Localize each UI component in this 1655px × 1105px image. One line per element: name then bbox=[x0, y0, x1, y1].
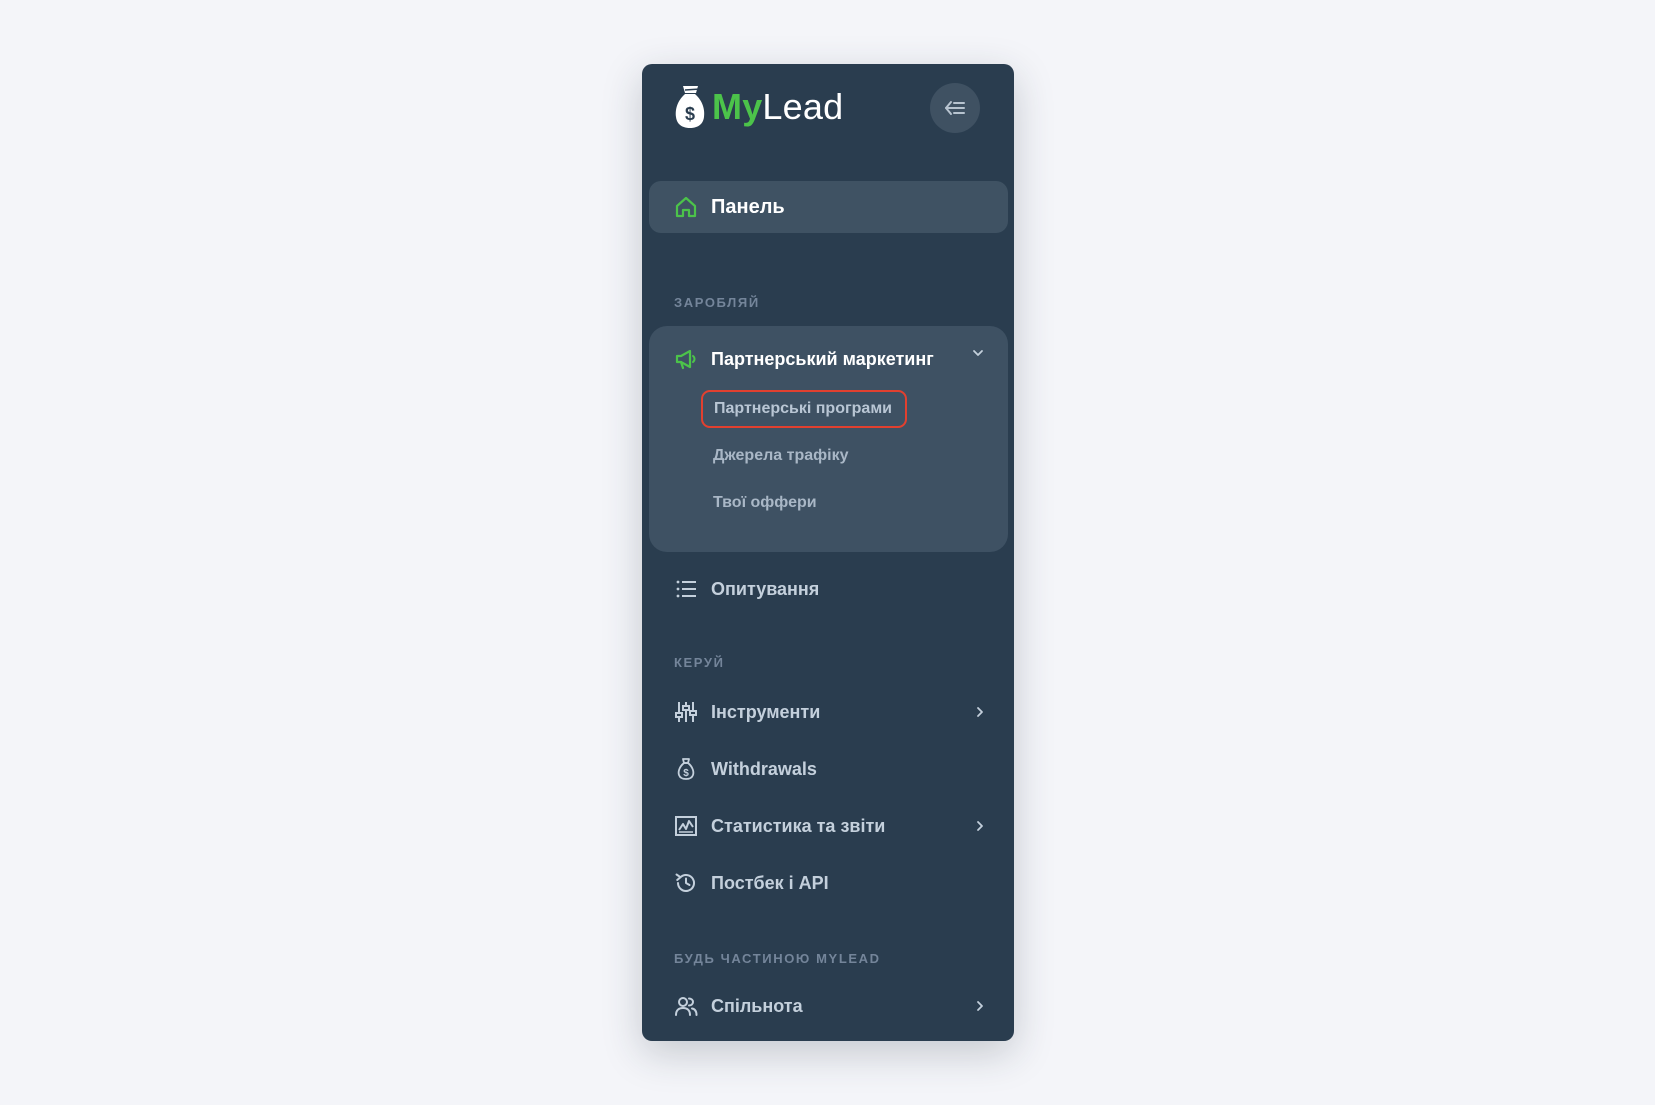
sidebar-item-surveys[interactable]: Опитування bbox=[649, 569, 1008, 609]
brand-logo[interactable]: $ MyLead bbox=[674, 82, 843, 132]
sidebar-item-dashboard[interactable]: Панель bbox=[649, 181, 1008, 233]
sliders-icon bbox=[674, 700, 698, 724]
chevron-right-icon bbox=[973, 705, 987, 719]
chevron-down-icon bbox=[971, 346, 985, 360]
sidebar-subitem-affiliate-programs[interactable]: Партнерські програми bbox=[701, 390, 907, 428]
chevron-right-icon bbox=[973, 819, 987, 833]
section-title-community: БУДЬ ЧАСТИНОЮ MYLEAD bbox=[674, 951, 881, 966]
chart-icon bbox=[674, 814, 698, 838]
brand-name-my: My bbox=[712, 86, 763, 127]
section-title-earn: ЗАРОБЛЯЙ bbox=[674, 295, 760, 310]
sidebar-item-label: Withdrawals bbox=[711, 758, 817, 779]
users-icon bbox=[674, 994, 698, 1018]
megaphone-icon bbox=[674, 347, 698, 371]
sidebar-item-withdrawals[interactable]: $ Withdrawals bbox=[649, 749, 1008, 789]
sidebar-group-affiliate-marketing: Партнерський маркетинг Партнерські прогр… bbox=[649, 326, 1008, 552]
sidebar-item-tools[interactable]: Інструменти bbox=[649, 692, 1008, 732]
sidebar-item-affiliate-marketing[interactable]: Партнерський маркетинг bbox=[649, 342, 1008, 376]
list-icon bbox=[674, 577, 698, 601]
collapse-sidebar-button[interactable] bbox=[930, 83, 980, 133]
sidebar-item-label: Інструменти bbox=[711, 701, 821, 722]
svg-text:$: $ bbox=[683, 768, 689, 779]
svg-text:$: $ bbox=[685, 104, 695, 124]
money-bag-icon: $ bbox=[674, 757, 698, 781]
chevron-right-icon bbox=[973, 999, 987, 1013]
sidebar-subitem-traffic-sources[interactable]: Джерела трафіку bbox=[701, 437, 860, 475]
sidebar-item-label: Панель bbox=[711, 195, 785, 218]
sidebar-item-label: Постбек і API bbox=[711, 872, 829, 893]
home-icon bbox=[674, 195, 698, 219]
history-icon bbox=[674, 871, 698, 895]
brand-name: MyLead bbox=[712, 82, 843, 132]
sidebar-item-community[interactable]: Спільнота bbox=[649, 986, 1008, 1026]
sidebar-item-label: Спільнота bbox=[711, 995, 803, 1016]
sidebar-item-label: Статистика та звіти bbox=[711, 815, 886, 836]
sidebar-item-postback-api[interactable]: Постбек і API bbox=[649, 863, 1008, 903]
collapse-menu-icon bbox=[944, 100, 966, 116]
section-title-manage: КЕРУЙ bbox=[674, 655, 725, 670]
brand-name-lead: Lead bbox=[762, 86, 844, 127]
sidebar-item-label: Опитування bbox=[711, 578, 820, 599]
sidebar-item-label: Партнерський маркетинг bbox=[711, 348, 934, 369]
sidebar: $ MyLead Панель ЗАРОБЛЯЙ Партнерський ма… bbox=[642, 64, 1014, 1041]
sidebar-item-statistics-reports[interactable]: Статистика та звіти bbox=[649, 806, 1008, 846]
money-bag-logo-icon: $ bbox=[674, 84, 706, 130]
sidebar-subitem-your-offers[interactable]: Твої оффери bbox=[701, 484, 829, 522]
